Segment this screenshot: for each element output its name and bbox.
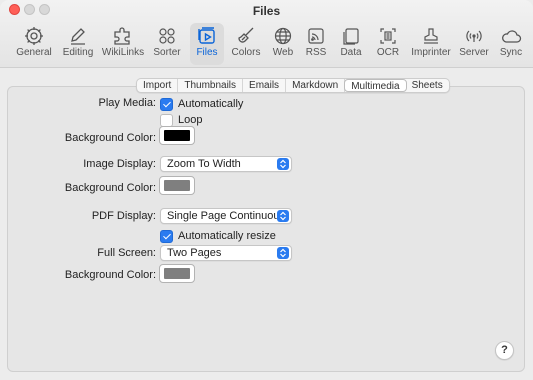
auto-resize-label: Automatically resize: [178, 230, 276, 242]
loop-label: Loop: [178, 114, 203, 126]
automatically-label: Automatically: [178, 98, 244, 110]
tab-multimedia[interactable]: Multimedia: [344, 79, 407, 92]
automatically-checkbox[interactable]: [160, 97, 173, 111]
ocr-icon: [380, 28, 396, 44]
toolbar-item-imprinter[interactable]: Imprinter: [406, 23, 456, 65]
toolbar-label: Web: [272, 47, 294, 58]
background-color-well-media[interactable]: [159, 126, 195, 145]
toolbar-label: Colors: [231, 47, 261, 58]
gear-icon: [25, 27, 43, 45]
preferences-tab-bar: Import Thumbnails Emails Markdown Multim…: [136, 78, 450, 93]
pdf-display-select[interactable]: Single Page Continuous: [160, 208, 292, 224]
background-color-label: Background Color:: [64, 182, 156, 194]
tab-sheets[interactable]: Sheets: [406, 79, 449, 92]
full-screen-label: Full Screen:: [97, 247, 156, 259]
background-color-label: Background Color:: [64, 132, 156, 144]
tab-thumbnails[interactable]: Thumbnails: [178, 79, 244, 92]
pencil-icon: [71, 28, 85, 45]
toolbar-item-sorter[interactable]: Sorter: [148, 23, 186, 65]
toolbar-item-general[interactable]: General: [14, 23, 54, 65]
toolbar-item-data[interactable]: Data: [336, 23, 366, 65]
loop-checkbox[interactable]: [160, 113, 173, 127]
toolbar-label: General: [16, 47, 52, 58]
color-swatch-black: [164, 130, 190, 141]
brush-icon: [238, 27, 254, 43]
puzzle-icon: [114, 27, 130, 45]
pdf-display-label: PDF Display:: [91, 210, 156, 222]
image-display-select[interactable]: Zoom To Width: [160, 156, 292, 172]
broadcast-icon: [466, 30, 482, 42]
stamp-icon: [424, 28, 438, 44]
toolbar-item-files[interactable]: Files: [190, 23, 224, 65]
color-swatch-gray: [164, 180, 190, 191]
full-screen-value: Two Pages: [167, 247, 222, 259]
files-icon: [198, 27, 215, 44]
select-arrows-icon: [277, 210, 289, 222]
play-media-label: Play Media:: [98, 97, 156, 109]
toolbar-label: Data: [340, 47, 362, 58]
toolbar-label: Sync: [499, 47, 523, 58]
toolbar-item-wikilinks[interactable]: WikiLinks: [100, 23, 146, 65]
grid-circles-icon: [159, 28, 175, 44]
pdf-display-value: Single Page Continuous: [167, 210, 286, 222]
auto-resize-checkbox[interactable]: [160, 229, 173, 243]
window-title: Files: [252, 4, 281, 18]
toolbar-label: Sorter: [153, 47, 181, 58]
toolbar-label: WikiLinks: [101, 47, 145, 58]
title-bar: Files General Editing WikiLinks Sorter F…: [0, 0, 533, 68]
tab-emails[interactable]: Emails: [243, 79, 287, 92]
preferences-window: Files General Editing WikiLinks Sorter F…: [0, 0, 533, 380]
data-icon: [343, 28, 359, 45]
tab-import[interactable]: Import: [137, 79, 179, 92]
background-color-well-fullscreen[interactable]: [159, 264, 195, 283]
toolbar-item-web[interactable]: Web: [268, 23, 298, 65]
automatically-checkbox-row[interactable]: Automatically: [160, 96, 243, 112]
toolbar-item-rss[interactable]: RSS: [302, 23, 330, 65]
toolbar-label: OCR: [376, 47, 400, 58]
background-color-well-image[interactable]: [159, 176, 195, 195]
image-display-value: Zoom To Width: [167, 158, 241, 170]
color-swatch-gray: [164, 268, 190, 279]
select-arrows-icon: [277, 158, 289, 170]
toolbar-item-colors[interactable]: Colors: [228, 23, 264, 65]
globe-icon: [274, 27, 292, 45]
cloud-icon: [502, 30, 522, 43]
select-arrows-icon: [277, 247, 289, 259]
toolbar-label: Imprinter: [411, 47, 451, 58]
background-color-label: Background Color:: [64, 269, 156, 281]
toolbar-label: RSS: [305, 47, 327, 58]
toolbar-item-sync[interactable]: Sync: [496, 23, 526, 65]
toolbar-item-ocr[interactable]: OCR: [373, 23, 403, 65]
toolbar-label: Files: [196, 47, 218, 58]
tab-markdown[interactable]: Markdown: [286, 79, 346, 92]
toolbar-label: Server: [459, 47, 489, 58]
rss-icon: [308, 28, 324, 44]
image-display-label: Image Display:: [83, 158, 156, 170]
auto-resize-checkbox-row[interactable]: Automatically resize: [160, 228, 276, 244]
toolbar-item-editing[interactable]: Editing: [60, 23, 96, 65]
toolbar-item-server[interactable]: Server: [456, 23, 492, 65]
help-button[interactable]: ?: [495, 341, 514, 360]
full-screen-select[interactable]: Two Pages: [160, 245, 292, 261]
toolbar-label: Editing: [62, 47, 94, 58]
